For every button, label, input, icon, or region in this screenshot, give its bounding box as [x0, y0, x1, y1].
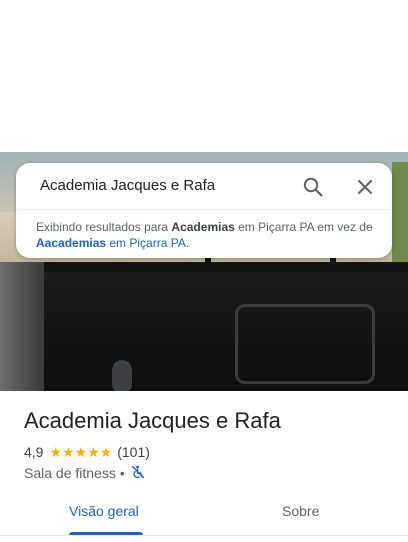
original-search-link[interactable]: Aacademias em Piçarra PA.	[36, 236, 189, 250]
category-row: Sala de fitness •	[24, 464, 145, 482]
rating-value: 4,9	[24, 444, 44, 460]
separator: •	[119, 465, 125, 481]
notice-middle: em Piçarra PA em vez de	[234, 220, 373, 234]
close-icon[interactable]	[355, 177, 375, 197]
active-tab-indicator	[69, 532, 143, 535]
search-input[interactable]: Academia Jacques e Rafa	[40, 177, 215, 194]
rating-row[interactable]: 4,9 ★★★★★ (101)	[24, 443, 150, 461]
star-rating-icon: ★★★★★	[49, 443, 113, 460]
review-count[interactable]: (101)	[117, 444, 150, 460]
not-accessible-icon	[129, 465, 145, 482]
photo-machine	[235, 304, 375, 384]
notice-prefix: Exibindo resultados para	[36, 220, 172, 234]
place-title: Academia Jacques e Rafa	[24, 408, 281, 433]
place-category: Sala de fitness	[24, 465, 116, 481]
blank-header-area	[0, 0, 408, 152]
search-bar: Academia Jacques e Rafa	[16, 163, 392, 210]
photo-knob	[112, 360, 132, 391]
notice-term-original[interactable]: Aacademias	[36, 236, 106, 250]
tab-overview[interactable]: Visão geral	[69, 503, 139, 519]
search-card: Academia Jacques e Rafa Exibindo resulta…	[16, 163, 392, 258]
place-tabs: Visão geral Sobre	[0, 490, 408, 536]
photo-pillar	[0, 262, 44, 391]
notice-suffix[interactable]: em Piçarra PA.	[106, 236, 189, 250]
notice-term-shown: Academias	[171, 220, 235, 234]
search-icon[interactable]	[302, 176, 324, 198]
tab-about[interactable]: Sobre	[282, 503, 319, 519]
photo-plant	[392, 162, 408, 262]
search-correction-notice: Exibindo resultados para Academias em Pi…	[36, 219, 381, 251]
photo-window-frame	[0, 262, 408, 272]
